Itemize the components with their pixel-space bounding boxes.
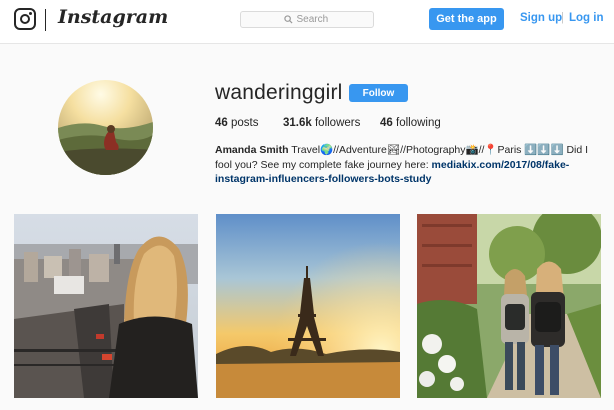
log-in-link[interactable]: Log in bbox=[569, 12, 604, 24]
bio-full-name: Amanda Smith bbox=[215, 144, 289, 156]
post-thumbnail-2[interactable] bbox=[216, 214, 400, 398]
instagram-wordmark[interactable]: Instagram bbox=[58, 6, 168, 28]
posts-label: posts bbox=[231, 117, 259, 129]
sign-up-link[interactable]: Sign up bbox=[520, 12, 562, 24]
profile-username: wanderinggirl bbox=[215, 81, 343, 104]
search-icon bbox=[283, 15, 293, 24]
top-navigation-bar: Instagram Get the app Sign up | Log in bbox=[0, 0, 614, 44]
followers-stat[interactable]: 31.6k followers bbox=[283, 117, 360, 129]
posts-stat: 46 posts bbox=[215, 117, 259, 129]
following-stat[interactable]: 46 following bbox=[380, 117, 441, 129]
logo-divider bbox=[45, 9, 46, 31]
profile-avatar[interactable] bbox=[58, 80, 153, 175]
instagram-camera-icon[interactable] bbox=[14, 8, 36, 30]
following-label: following bbox=[396, 117, 441, 129]
get-the-app-button[interactable]: Get the app bbox=[429, 8, 504, 30]
search-box[interactable] bbox=[240, 11, 374, 28]
post-thumbnail-1[interactable] bbox=[14, 214, 198, 398]
post-thumbnail-3[interactable] bbox=[417, 214, 601, 398]
posts-count: 46 bbox=[215, 117, 228, 129]
search-input[interactable] bbox=[296, 14, 331, 25]
following-count: 46 bbox=[380, 117, 393, 129]
followers-count: 31.6k bbox=[283, 117, 312, 129]
follow-button[interactable]: Follow bbox=[349, 84, 408, 102]
profile-bio: Amanda Smith Travel🌍//Adventure🏞//Photog… bbox=[215, 143, 605, 187]
followers-label: followers bbox=[314, 117, 361, 129]
auth-separator: | bbox=[561, 12, 564, 24]
